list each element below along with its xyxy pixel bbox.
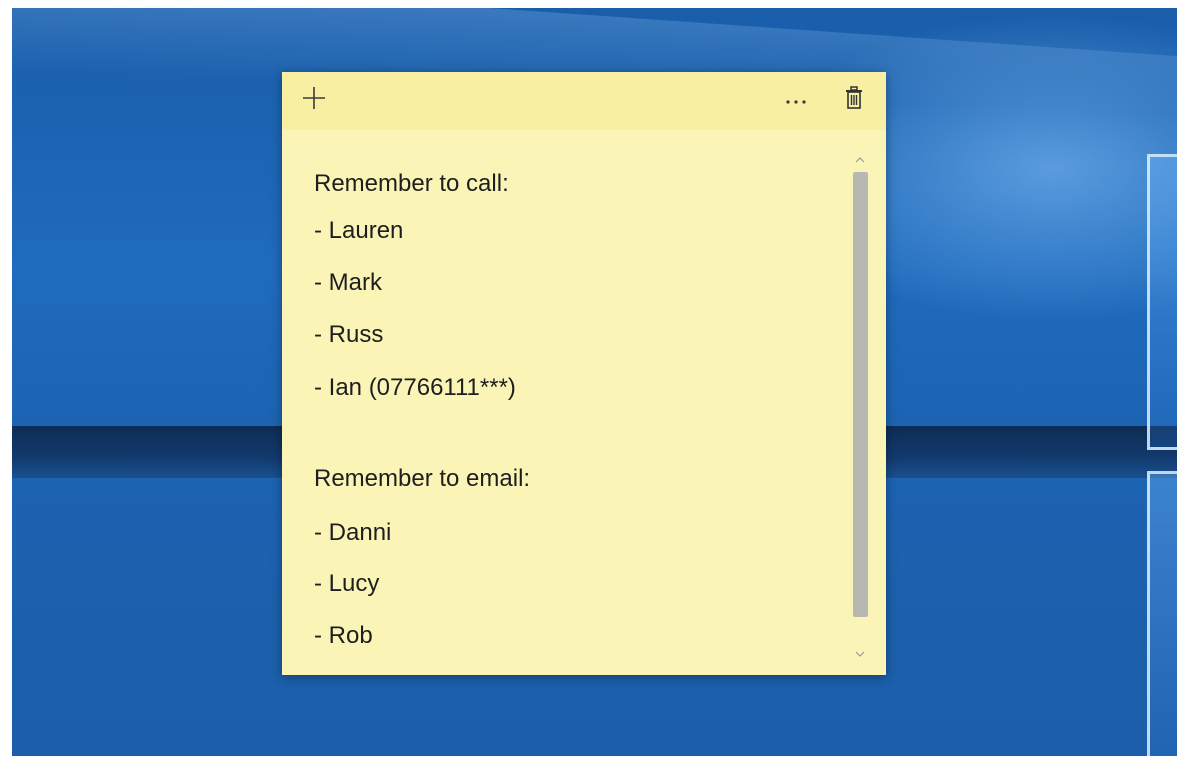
note-line-heading: Remember to call: — [314, 170, 509, 197]
note-line: - Ian (07766111***) — [314, 374, 516, 401]
note-line: - Russ — [314, 321, 384, 348]
scroll-down-button[interactable] — [848, 644, 872, 662]
delete-note-button[interactable] — [836, 80, 872, 120]
note-line-heading: Remember to email: — [314, 465, 531, 492]
chevron-up-icon — [855, 150, 865, 168]
scrollbar-thumb[interactable] — [853, 172, 868, 617]
plus-icon — [302, 86, 326, 114]
trash-icon — [845, 86, 863, 114]
screenshot-frame: Remember to call: - Lauren - Mark - Russ… — [0, 0, 1184, 761]
sticky-note-window[interactable]: Remember to call: - Lauren - Mark - Russ… — [282, 72, 886, 675]
note-line: - Rob — [314, 622, 373, 649]
note-line: - Lauren — [314, 217, 404, 244]
note-line: - Lucy — [314, 570, 380, 597]
note-line: - Danni — [314, 519, 392, 546]
add-note-button[interactable] — [294, 80, 334, 120]
windows-logo-pane-bottom — [1147, 471, 1177, 756]
note-line: - Mark — [314, 269, 382, 296]
more-horizontal-icon — [784, 91, 808, 110]
menu-button[interactable] — [776, 80, 816, 120]
vertical-scrollbar[interactable] — [848, 150, 872, 662]
chevron-down-icon — [855, 644, 865, 662]
windows-logo-pane-top — [1147, 154, 1177, 450]
scroll-up-button[interactable] — [848, 150, 872, 168]
sticky-note-text-area[interactable]: Remember to call: - Lauren - Mark - Russ… — [282, 130, 842, 675]
sticky-note-header[interactable] — [282, 72, 886, 130]
